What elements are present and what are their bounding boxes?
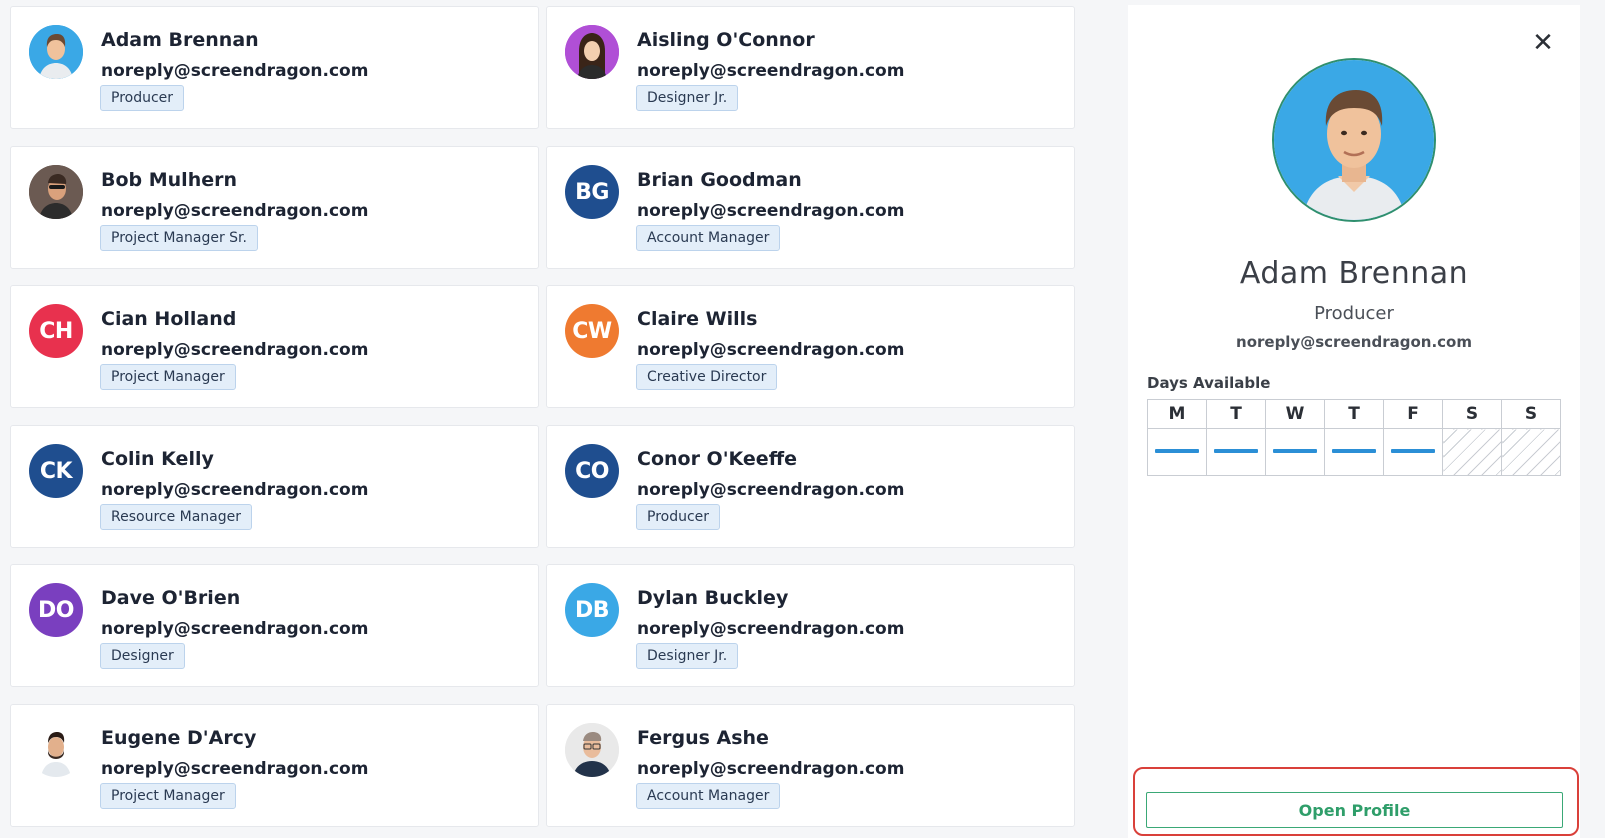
day-available-cell xyxy=(1324,428,1384,476)
avatar-initials: CO xyxy=(575,458,609,484)
profile-email: noreply@screendragon.com xyxy=(1236,333,1472,351)
person-email: noreply@screendragon.com xyxy=(101,61,369,81)
avatar xyxy=(29,723,83,777)
availability-bar xyxy=(1214,449,1258,453)
person-email: noreply@screendragon.com xyxy=(637,619,905,639)
day-header: S xyxy=(1501,399,1561,429)
person-email: noreply@screendragon.com xyxy=(101,480,369,500)
day-unavailable-cell xyxy=(1501,428,1561,476)
days-available-label: Days Available xyxy=(1147,374,1271,392)
day-header: F xyxy=(1383,399,1443,429)
availability-bar xyxy=(1273,449,1317,453)
role-badge: Designer xyxy=(100,643,185,669)
days-available-table: MTWTFSS xyxy=(1147,399,1561,476)
role-badge: Producer xyxy=(100,85,185,111)
person-name: Claire Wills xyxy=(637,308,758,330)
profile-role: Producer xyxy=(1314,303,1394,324)
avatar-initials: CW xyxy=(572,318,612,344)
role-badge: Project Manager xyxy=(100,783,236,809)
avatar: CO xyxy=(565,444,619,498)
avatar xyxy=(565,25,619,79)
person-name: Dylan Buckley xyxy=(637,587,789,609)
avatar: DO xyxy=(29,583,83,637)
person-card[interactable]: CK Colin Kelly noreply@screendragon.com Res… xyxy=(10,425,539,548)
avatar-initials: DB xyxy=(574,597,610,623)
avatar xyxy=(565,723,619,777)
availability-bar xyxy=(1332,449,1376,453)
role-badge: Designer Jr. xyxy=(636,85,739,111)
person-name: Dave O'Brien xyxy=(101,587,241,609)
person-card[interactable]: CH Cian Holland noreply@screendragon.com Pr… xyxy=(10,285,539,408)
day-available-cell xyxy=(1147,428,1207,476)
availability-bar xyxy=(1155,449,1199,453)
role-badge: Designer Jr. xyxy=(636,643,739,669)
avatar xyxy=(29,165,83,219)
avatar-initials: BG xyxy=(575,179,609,205)
day-header: W xyxy=(1265,399,1325,429)
person-card[interactable]: DO Dave O'Brien noreply@screendragon.com De… xyxy=(10,564,539,687)
person-card[interactable]: Bob Mulhern noreply@screendragon.com Proje… xyxy=(10,146,539,269)
open-profile-button[interactable]: Open Profile xyxy=(1146,792,1563,828)
day-header: T xyxy=(1206,399,1266,429)
avatar: DB xyxy=(565,583,619,637)
person-email: noreply@screendragon.com xyxy=(101,759,369,779)
person-email: noreply@screendragon.com xyxy=(101,340,369,360)
person-card[interactable]: BG Brian Goodman noreply@screendragon.com A… xyxy=(546,146,1075,269)
person-email: noreply@screendragon.com xyxy=(637,759,905,779)
person-name: Adam Brennan xyxy=(101,29,259,51)
role-badge: Project Manager xyxy=(100,364,236,390)
person-card[interactable]: CW Claire Wills noreply@screendragon.com Cr… xyxy=(546,285,1075,408)
person-card[interactable]: Aisling O'Connor noreply@screendragon.com… xyxy=(546,6,1075,129)
day-available-cell xyxy=(1206,428,1266,476)
close-icon[interactable]: ✕ xyxy=(1528,28,1558,58)
day-header: T xyxy=(1324,399,1384,429)
day-header: S xyxy=(1442,399,1502,429)
role-badge: Resource Manager xyxy=(100,504,253,530)
day-available-cell xyxy=(1265,428,1325,476)
avatar: CK xyxy=(29,444,83,498)
avatar: BG xyxy=(565,165,619,219)
day-available-cell xyxy=(1383,428,1443,476)
person-card[interactable]: CO Conor O'Keeffe noreply@screendragon.com… xyxy=(546,425,1075,548)
person-card[interactable]: Fergus Ashe noreply@screendragon.com Accou… xyxy=(546,704,1075,827)
person-name: Brian Goodman xyxy=(637,169,802,191)
avatar-initials: CK xyxy=(39,458,73,484)
person-name: Aisling O'Connor xyxy=(637,29,815,51)
person-email: noreply@screendragon.com xyxy=(637,340,905,360)
availability-bar xyxy=(1391,449,1435,453)
person-name: Conor O'Keeffe xyxy=(637,448,797,470)
person-name: Eugene D'Arcy xyxy=(101,727,257,749)
person-name: Bob Mulhern xyxy=(101,169,238,191)
role-badge: Account Manager xyxy=(636,783,781,809)
profile-photo-icon xyxy=(1274,60,1434,220)
avatar xyxy=(29,25,83,79)
day-unavailable-cell xyxy=(1442,428,1502,476)
avatar: CW xyxy=(565,304,619,358)
person-email: noreply@screendragon.com xyxy=(101,619,369,639)
people-grid: Adam Brennan noreply@screendragon.com Prod… xyxy=(0,0,1078,838)
person-card[interactable]: DB Dylan Buckley noreply@screendragon.com D… xyxy=(546,564,1075,687)
person-email: noreply@screendragon.com xyxy=(101,201,369,221)
role-badge: Creative Director xyxy=(636,364,778,390)
profile-name: Adam Brennan xyxy=(1239,256,1469,291)
person-card[interactable]: Eugene D'Arcy noreply@screendragon.com Pro… xyxy=(10,704,539,827)
person-card[interactable]: Adam Brennan noreply@screendragon.com Prod… xyxy=(10,6,539,129)
person-name: Fergus Ashe xyxy=(637,727,769,749)
person-email: noreply@screendragon.com xyxy=(637,61,905,81)
profile-avatar xyxy=(1272,58,1436,222)
role-badge: Producer xyxy=(636,504,721,530)
person-email: noreply@screendragon.com xyxy=(637,480,905,500)
avatar-initials: CH xyxy=(39,318,73,344)
avatar: CH xyxy=(29,304,83,358)
person-name: Colin Kelly xyxy=(101,448,214,470)
role-badge: Project Manager Sr. xyxy=(100,225,258,251)
avatar-initials: DO xyxy=(38,597,74,623)
day-header: M xyxy=(1147,399,1207,429)
role-badge: Account Manager xyxy=(636,225,781,251)
person-email: noreply@screendragon.com xyxy=(637,201,905,221)
person-name: Cian Holland xyxy=(101,308,237,330)
